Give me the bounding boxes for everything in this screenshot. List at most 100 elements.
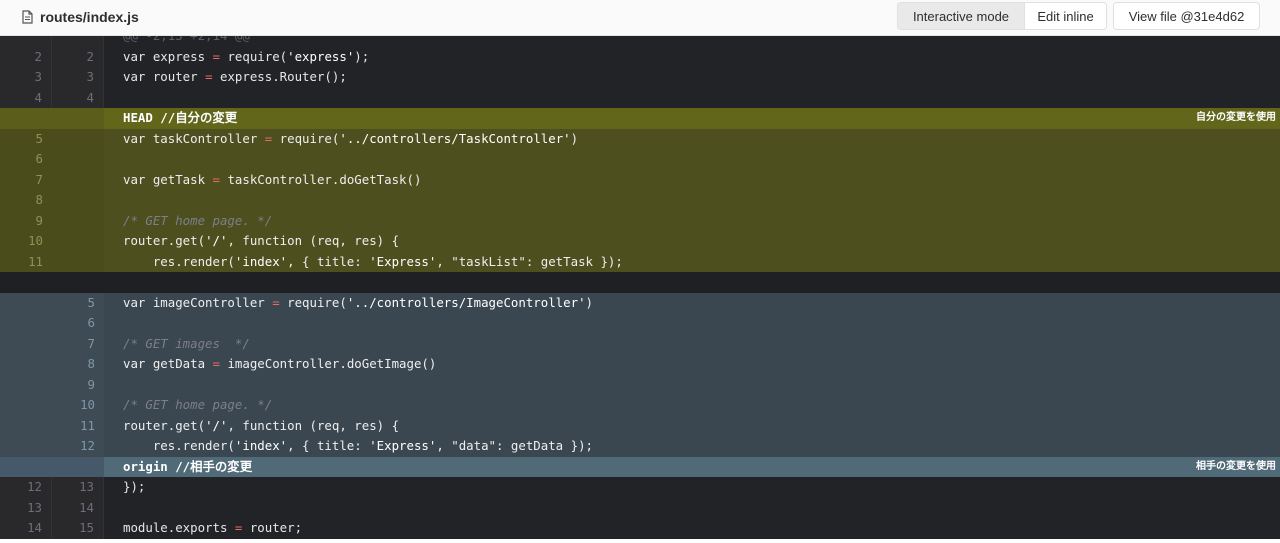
new-line-number[interactable]: 12: [52, 436, 104, 457]
diff-line: 5 var taskController = require('../contro…: [0, 128, 1280, 149]
diff-line: 6: [0, 313, 1280, 334]
diff-line: 9 /* GET home page. */: [0, 210, 1280, 231]
old-line-number[interactable]: [0, 108, 52, 129]
line-code: HEAD //自分の変更: [123, 110, 238, 125]
new-line-number[interactable]: 7: [52, 333, 104, 354]
new-line-number[interactable]: [52, 210, 104, 231]
line-code: /* GET images */: [123, 335, 250, 351]
diff-line: 12 13});: [0, 477, 1280, 498]
line-code: res.render('index', { title: 'Express', …: [123, 438, 593, 453]
new-line-number[interactable]: [52, 149, 104, 170]
old-line-number[interactable]: 3: [0, 67, 52, 88]
file-icon: [20, 9, 34, 24]
new-line-number[interactable]: [52, 108, 104, 129]
new-line-number[interactable]: [52, 456, 104, 477]
old-line-number[interactable]: 9: [0, 210, 52, 231]
diff-line: 2 2 var express = require('express');: [0, 46, 1280, 67]
old-line-number[interactable]: 14: [0, 518, 52, 539]
diff-line: 9: [0, 374, 1280, 396]
new-line-number[interactable]: 14: [52, 497, 104, 518]
line-code: [104, 190, 1280, 211]
merge-conflict-view: routes/index.js Interactive mode Edit in…: [0, 0, 1280, 543]
line-code: var getData = imageController.doGetImage…: [123, 356, 437, 371]
file-header: routes/index.js Interactive mode Edit in…: [0, 0, 1280, 36]
line-code: [104, 375, 1280, 396]
new-line-number[interactable]: [52, 128, 104, 149]
old-line-number[interactable]: 8: [0, 190, 52, 211]
diff-line: 10 router.get('/', function (req, res) {: [0, 231, 1280, 252]
use-ours-button[interactable]: 自分の変更を使用: [1196, 108, 1276, 129]
old-line-number[interactable]: 10: [0, 231, 52, 252]
diff-line: 8: [0, 190, 1280, 211]
old-line-number[interactable]: [0, 272, 52, 293]
old-line-number[interactable]: [0, 456, 52, 477]
file-name[interactable]: routes/index.js: [40, 9, 139, 25]
old-line-number[interactable]: [0, 395, 52, 416]
diff-line: 13 14: [0, 497, 1280, 519]
edit-inline-button[interactable]: Edit inline: [1024, 2, 1107, 30]
diff-line: 11 res.render('index', { title: 'Express…: [0, 251, 1280, 272]
line-code: });: [123, 479, 146, 494]
diff-line: 6: [0, 149, 1280, 170]
line-code: router.get('/', function (req, res) {: [123, 417, 400, 433]
line-code: [104, 498, 1280, 519]
diff-line: 10 /* GET home page. */: [0, 395, 1280, 416]
new-line-number[interactable]: [52, 272, 104, 293]
diff-line: 44: [0, 87, 1280, 109]
line-code: var imageController = require('../contro…: [123, 294, 593, 310]
new-line-number[interactable]: [52, 231, 104, 252]
new-line-number[interactable]: 5: [52, 292, 104, 313]
diff-line: 5 var imageController = require('../contr…: [0, 292, 1280, 313]
old-line-number[interactable]: [0, 313, 52, 334]
diff-panel: @@ -2,13 +2,14 @@ 22 var express = requir…: [0, 36, 1280, 539]
line-code: var router = express.Router();: [123, 69, 347, 84]
old-line-number[interactable]: [0, 436, 52, 457]
old-line-number[interactable]: [0, 292, 52, 313]
new-line-number[interactable]: 2: [52, 46, 104, 67]
new-line-number[interactable]: 6: [52, 313, 104, 334]
new-line-number[interactable]: 11: [52, 415, 104, 436]
diff-line: 3 3 var router = express.Router();: [0, 67, 1280, 88]
old-line-number[interactable]: 13: [0, 497, 52, 518]
line-code: /* GET home page. */: [123, 212, 273, 228]
old-line-number[interactable]: 4: [0, 87, 52, 108]
diff-line: 7 var getTask = taskController.doGetTask(…: [0, 169, 1280, 190]
new-line-number[interactable]: 15: [52, 518, 104, 539]
old-line-number[interactable]: [0, 415, 52, 436]
interactive-mode-button[interactable]: Interactive mode: [897, 2, 1024, 30]
old-line-number[interactable]: 12: [0, 477, 52, 498]
diff-line: 14 15 module.exports = router;: [0, 518, 1280, 539]
old-line-number[interactable]: 7: [0, 169, 52, 190]
line-code: [104, 272, 1280, 293]
view-file-button[interactable]: View file @31e4d62: [1113, 2, 1260, 30]
new-line-number[interactable]: 10: [52, 395, 104, 416]
old-line-number[interactable]: [0, 374, 52, 395]
line-code: var express = require('express');: [123, 48, 370, 64]
new-line-number[interactable]: 4: [52, 87, 104, 108]
old-line-number[interactable]: 5: [0, 128, 52, 149]
diff-line: 7 /* GET images */: [0, 333, 1280, 354]
new-line-number[interactable]: 13: [52, 477, 104, 498]
old-line-number[interactable]: [0, 354, 52, 375]
line-code: [104, 149, 1280, 170]
old-line-number[interactable]: 2: [0, 46, 52, 67]
line-code: res.render('index', { title: 'Express', …: [123, 253, 623, 269]
file-title: routes/index.js: [20, 0, 139, 33]
new-line-number[interactable]: [52, 190, 104, 211]
old-line-number[interactable]: 6: [0, 149, 52, 170]
new-line-number[interactable]: [52, 169, 104, 190]
line-code: [104, 88, 1280, 109]
new-line-number[interactable]: [52, 251, 104, 272]
old-line-number[interactable]: [0, 333, 52, 354]
diff-line: 8 var getData = imageController.doGetImag…: [0, 354, 1280, 375]
new-line-number[interactable]: 8: [52, 354, 104, 375]
old-line-number[interactable]: 11: [0, 251, 52, 272]
conflict-marker-row: origin //相手の変更 相手の変更を使用: [0, 456, 1280, 478]
hunk-header: @@ -2,13 +2,14 @@: [104, 36, 1280, 47]
new-line-number[interactable]: 9: [52, 374, 104, 395]
new-line-number[interactable]: 3: [52, 67, 104, 88]
conflict-marker-row: HEAD //自分の変更 自分の変更を使用: [0, 108, 1280, 129]
use-theirs-button[interactable]: 相手の変更を使用: [1196, 457, 1276, 478]
line-code: module.exports = router;: [123, 520, 303, 535]
line-code: var getTask = taskController.doGetTask(): [123, 171, 422, 187]
